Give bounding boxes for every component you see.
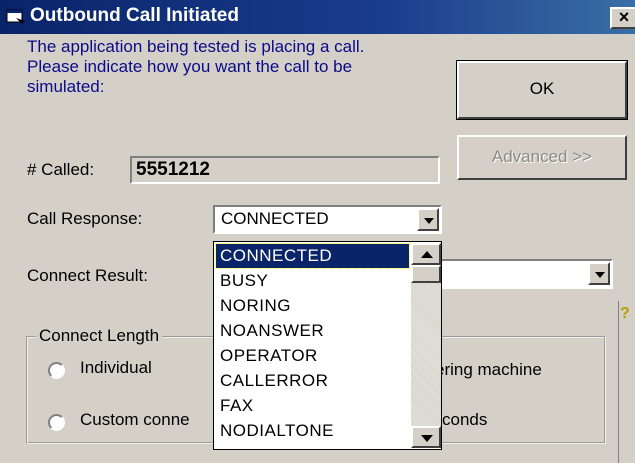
list-item[interactable]: NORING [216,294,409,318]
advanced-button-label: Advanced >> [491,147,593,166]
dropdown-scrollbar[interactable] [411,243,441,448]
close-icon: × [618,7,630,27]
list-item[interactable]: CONNECTED [215,243,410,269]
individual-radio[interactable] [48,362,65,379]
ok-button[interactable]: OK [456,60,628,120]
instruction-text: The application being tested is placing … [27,37,365,96]
outbound-call-dialog: Outbound Call Initiated × The applicatio… [0,0,635,463]
chevron-up-icon [421,251,433,258]
list-item[interactable]: NOANSWER [216,319,409,343]
call-response-select[interactable]: CONNECTED [213,205,442,234]
answering-machine-label: ering machine [435,360,542,379]
advanced-button[interactable]: Advanced >> [457,135,627,180]
list-item[interactable]: OPERATOR [216,344,409,368]
help-icon: ? [620,305,630,322]
individual-radio-label[interactable]: Individual [80,358,152,378]
scroll-thumb[interactable] [411,265,441,283]
chevron-down-icon [421,435,433,442]
side-panel-edge [618,301,635,463]
scroll-down-button[interactable] [411,426,441,448]
connect-length-legend: Connect Length [36,326,163,346]
call-response-dropdown-button[interactable] [417,208,439,231]
title-bar[interactable]: Outbound Call Initiated × [0,0,635,34]
seconds-label: conds [442,410,488,429]
list-item[interactable]: FAX [216,394,409,418]
custom-radio-label[interactable]: Custom conne [80,410,190,430]
connect-result-dropdown-button[interactable] [588,262,610,285]
close-button[interactable]: × [610,7,635,29]
call-response-value: CONNECTED [221,209,329,228]
window-title: Outbound Call Initiated [30,5,239,26]
phone-window-icon [6,9,25,24]
chevron-down-icon [424,218,434,224]
custom-radio[interactable] [48,414,65,431]
list-item[interactable]: CALLERROR [216,369,409,393]
scroll-up-button[interactable] [411,243,441,265]
call-response-dropdown-list[interactable]: CONNECTED BUSY NORING NOANSWER OPERATOR … [213,241,442,450]
chevron-down-icon [595,272,605,278]
list-item[interactable]: NODIALTONE [216,419,409,443]
call-response-label: Call Response: [27,209,143,228]
connect-result-label: Connect Result: [27,266,148,285]
called-label: # Called: [27,160,95,179]
called-number-field: 5551212 [130,156,440,184]
list-item[interactable]: BUSY [216,269,409,293]
ok-button-label: OK [529,79,555,98]
